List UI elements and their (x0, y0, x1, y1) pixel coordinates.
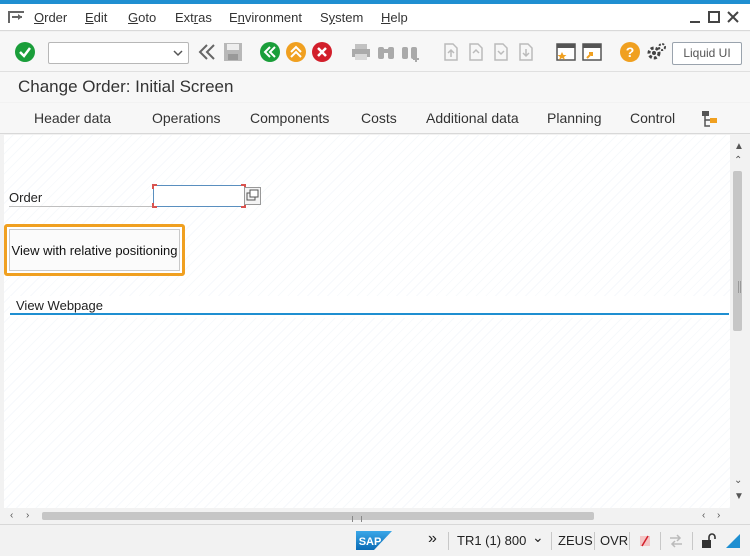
first-page-icon[interactable] (440, 41, 462, 63)
order-input[interactable] (153, 185, 245, 207)
horizontal-scroll-thumb[interactable] (42, 512, 594, 522)
control-button[interactable]: Control (630, 110, 675, 126)
title-bar: Change Order: Initial Screen (0, 72, 750, 102)
menu-system[interactable]: System (320, 10, 363, 25)
more-functions-icon[interactable] (700, 109, 720, 129)
webpage-section-divider (10, 313, 729, 315)
scroll-left-small-icon[interactable]: ‹ (702, 510, 705, 522)
horizontal-grip (352, 516, 362, 522)
system-toolbar: ? Liquid UI (0, 32, 750, 72)
status-separator (629, 532, 630, 550)
find-icon[interactable] (375, 41, 397, 63)
order-label: Order (9, 190, 43, 205)
scroll-up-icon[interactable]: ▲ (734, 141, 744, 153)
components-button[interactable]: Components (250, 110, 329, 126)
double-chevron-left-icon[interactable] (196, 41, 218, 63)
horizontal-scrollbar[interactable]: ‹ › ‹ › (4, 509, 730, 523)
menu-icon[interactable] (8, 11, 24, 23)
resize-grip-icon[interactable] (726, 534, 740, 548)
required-marker-bottom-left (152, 203, 157, 208)
generate-shortcut-icon[interactable] (581, 41, 603, 63)
svg-text:?: ? (626, 44, 635, 60)
header-data-button[interactable]: Header data (34, 110, 111, 126)
page-title: Change Order: Initial Screen (18, 77, 234, 96)
maximize-icon[interactable] (707, 10, 721, 24)
liquid-ui-button[interactable]: Liquid UI (672, 42, 742, 65)
vertical-scroll-thumb[interactable] (733, 171, 742, 331)
settings-gear-icon[interactable] (645, 41, 667, 63)
scroll-left-icon[interactable]: ‹ (10, 510, 13, 522)
order-label-underline (9, 206, 154, 207)
menu-help[interactable]: Help (381, 10, 408, 25)
scroll-up-small-icon[interactable]: ⌃ (734, 155, 742, 167)
planning-button[interactable]: Planning (547, 110, 602, 126)
minimize-icon[interactable] (688, 10, 702, 24)
command-field[interactable] (48, 42, 189, 64)
lock-status-icon (640, 535, 650, 547)
server-name: ZEUS (558, 533, 593, 548)
webpage-section-label: View Webpage (16, 298, 103, 313)
chevron-down-icon[interactable] (172, 46, 184, 60)
cancel-icon[interactable] (311, 41, 333, 63)
scroll-down-icon[interactable]: ▼ (734, 491, 744, 503)
status-bar: SAP » TR1 (1) 800 ⌄ ZEUS OVR (0, 524, 750, 556)
previous-page-icon[interactable] (465, 41, 487, 63)
menu-order[interactable]: Order (34, 10, 67, 25)
scroll-down-small-icon[interactable]: ⌄ (734, 475, 742, 487)
costs-button[interactable]: Costs (361, 110, 397, 126)
last-page-icon[interactable] (515, 41, 537, 63)
additional-data-button[interactable]: Additional data (426, 110, 519, 126)
status-nav-chevron-icon[interactable]: » (428, 530, 437, 548)
menu-extras[interactable]: Extras (175, 10, 212, 25)
required-marker-top-left (152, 184, 157, 189)
system-info: TR1 (1) 800 (457, 533, 527, 548)
status-separator (448, 532, 449, 550)
create-session-icon[interactable] (555, 41, 577, 63)
save-icon[interactable] (222, 41, 244, 63)
view-relative-positioning-label: View with relative positioning (9, 229, 180, 271)
menu-environment[interactable]: Environment (229, 10, 302, 25)
back-icon[interactable] (259, 41, 281, 63)
vertical-scrollbar[interactable]: ▲ ⌃ ⌄ ▼ (731, 135, 745, 508)
close-icon[interactable] (726, 10, 740, 24)
help-icon[interactable]: ? (619, 41, 641, 63)
svg-text:SAP: SAP (359, 536, 382, 548)
find-next-icon[interactable] (400, 41, 422, 63)
main-content: Order View with relative positioning Vie… (4, 135, 730, 508)
application-toolbar: Header data Operations Components Costs … (0, 103, 750, 134)
status-separator (594, 532, 595, 550)
status-separator (692, 532, 693, 550)
command-input[interactable] (49, 43, 167, 63)
insert-mode[interactable]: OVR (600, 533, 628, 548)
menu-bar: Order Edit Goto Extras Environment Syste… (0, 4, 750, 31)
menu-edit[interactable]: Edit (85, 10, 107, 25)
value-help-icon[interactable] (244, 187, 261, 205)
status-separator (551, 532, 552, 550)
status-separator (660, 532, 661, 550)
print-icon[interactable] (350, 41, 372, 63)
operations-button[interactable]: Operations (152, 110, 220, 126)
vertical-grip (738, 281, 741, 293)
scroll-right-icon[interactable]: › (717, 510, 720, 522)
connection-icon (670, 534, 682, 548)
next-page-icon[interactable] (490, 41, 512, 63)
exit-icon[interactable] (285, 41, 307, 63)
scroll-right-small-icon[interactable]: › (26, 510, 29, 522)
enter-checkmark-icon[interactable] (14, 41, 36, 63)
sap-logo-icon: SAP (356, 531, 392, 550)
view-relative-positioning-button[interactable]: View with relative positioning (4, 224, 185, 276)
menu-goto[interactable]: Goto (128, 10, 156, 25)
unlock-icon[interactable] (700, 533, 716, 549)
system-info-chevron-icon[interactable]: ⌄ (532, 529, 544, 546)
